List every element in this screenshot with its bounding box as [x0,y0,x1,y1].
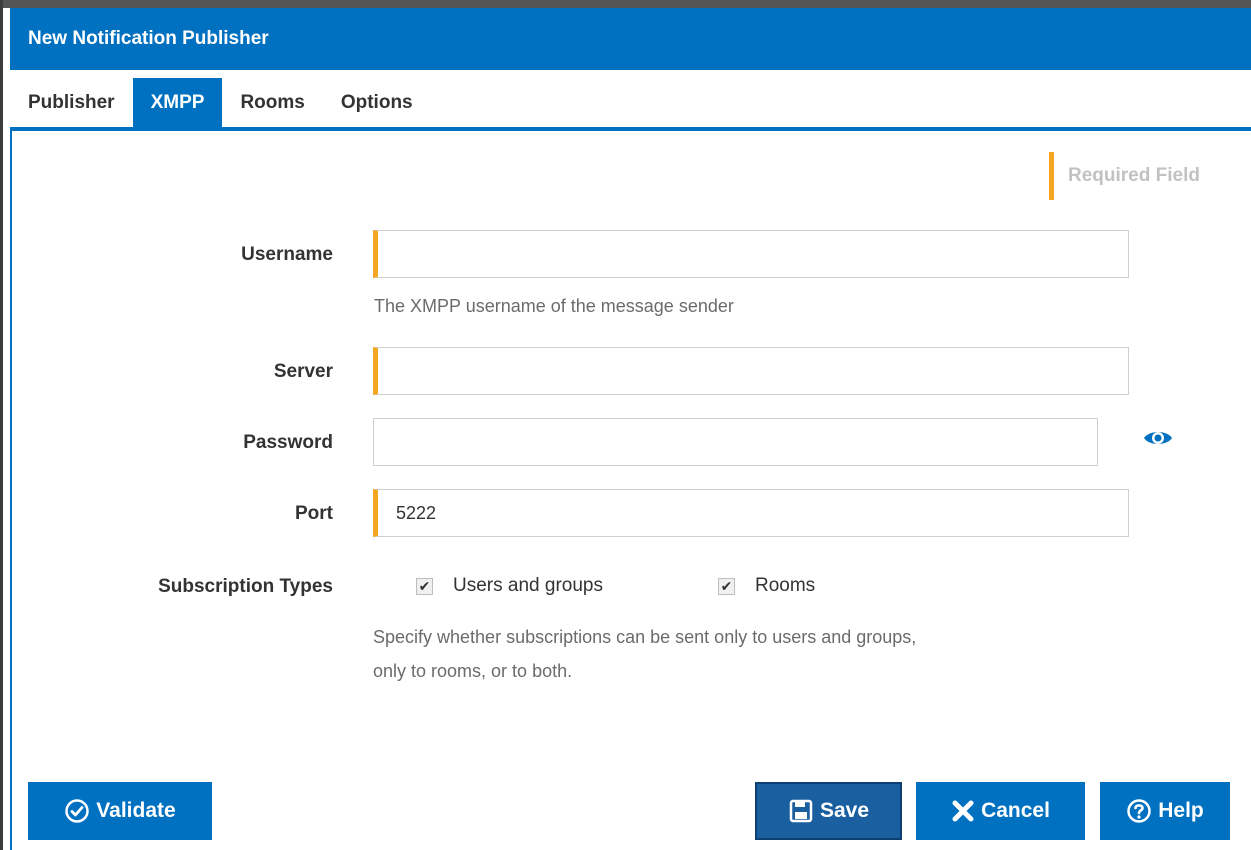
required-marker [1049,152,1054,200]
window-frame-left [0,0,3,850]
show-password-eye-icon[interactable] [1143,428,1173,448]
password-input[interactable] [373,418,1098,466]
port-label: Port [295,503,333,524]
subscription-types-label: Subscription Types [158,576,333,597]
question-circle-icon [1127,799,1151,823]
tab-options[interactable]: Options [323,78,431,127]
close-icon [952,800,974,822]
check-circle-icon [65,799,90,823]
subscription-help-line-2: only to rooms, or to both. [373,661,573,681]
users-and-groups-label: Users and groups [453,575,603,596]
username-input[interactable] [373,230,1129,278]
rooms-checkbox-label: Rooms [755,575,816,596]
dialog-title-bar: New Notification Publisher [10,8,1251,70]
tab-publisher[interactable]: Publisher [10,78,133,127]
rooms-checkbox[interactable]: ✔ [718,577,735,595]
server-input[interactable] [373,347,1129,395]
users-and-groups-option[interactable]: ✔ Users and groups [416,575,603,597]
validate-button[interactable]: Validate [28,782,212,840]
rooms-option[interactable]: ✔ Rooms [718,575,815,597]
tab-rooms[interactable]: Rooms [222,78,322,127]
help-button[interactable]: Help [1100,782,1230,840]
save-button-label: Save [819,799,870,822]
server-label: Server [273,361,333,382]
save-button[interactable]: Save [755,782,902,840]
username-help: The XMPP username of the message sender [374,296,734,316]
help-button-label: Help [1158,799,1204,822]
dialog-title: New Notification Publisher [28,28,269,49]
dialog-left-border [10,127,12,850]
password-label: Password [243,432,333,453]
cancel-button-label: Cancel [981,799,1050,822]
window-frame-top [0,0,1251,8]
username-label: Username [241,244,333,265]
subscription-types-help: Specify whether subscriptions can be sen… [373,620,916,688]
users-and-groups-checkbox[interactable]: ✔ [416,577,433,595]
floppy-disk-icon [789,799,813,823]
validate-button-label: Validate [96,799,176,822]
cancel-button[interactable]: Cancel [916,782,1085,840]
required-field-label: Required Field [1068,165,1200,186]
port-input[interactable] [373,489,1129,537]
subscription-help-line-1: Specify whether subscriptions can be sen… [373,627,917,647]
required-field-legend: Required Field [1049,152,1200,200]
tab-underline [10,127,1251,131]
tab-bar: Publisher XMPP Rooms Options [10,78,431,127]
tab-xmpp[interactable]: XMPP [132,78,223,127]
